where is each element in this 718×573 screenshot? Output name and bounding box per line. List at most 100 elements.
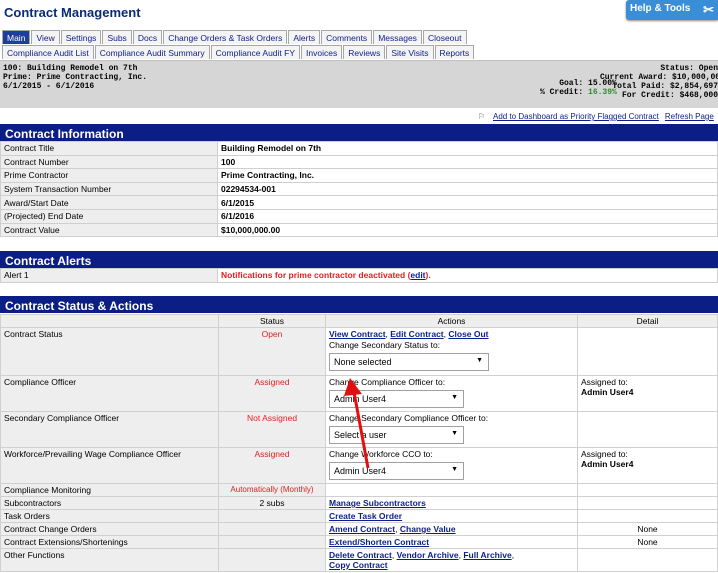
row-detail [577,483,718,497]
tab-view[interactable]: View [31,30,60,44]
info-value: $10,000,000.00 [217,222,718,238]
row-actions: Extend/Shorten Contract [325,535,578,549]
row-label: Compliance Monitoring [0,483,219,497]
table-row: Workforce/Prevailing Wage Compliance Off… [0,447,718,484]
row-actions: Amend Contract, Change Value [325,522,578,536]
utility-links: ⚐ Add to Dashboard as Priority Flagged Co… [478,112,714,121]
secondary-officer-value: Select a user [334,430,387,440]
row-status [218,548,326,572]
info-label: Prime Contractor [0,168,218,183]
contract-alerts-table: Alert 1 Notifications for prime contract… [0,268,718,283]
table-row: Other Functions Delete Contract, Vendor … [0,548,718,572]
tools-icon: ✂ [703,2,714,17]
row-label: Contract Change Orders [0,522,219,536]
tab-compliance-audit-list[interactable]: Compliance Audit List [2,45,94,59]
table-row: Task Orders Create Task Order [0,509,718,523]
assigned-to-value: Admin User4 [581,459,634,469]
tab-docs[interactable]: Docs [132,30,163,44]
row-actions: Manage Subcontractors [325,496,578,510]
tab-reviews[interactable]: Reviews [343,45,386,59]
tab-change-orders[interactable]: Change Orders & Task Orders [163,30,288,44]
secondary-officer-select[interactable]: Select a user ▼ [329,426,464,444]
summary-contract-name: 100: Building Remodel on 7th [3,64,138,73]
table-row: Prime Contractor Prime Contracting, Inc. [0,168,718,183]
tab-settings[interactable]: Settings [60,30,102,44]
tab-comments[interactable]: Comments [321,30,373,44]
secondary-status-select[interactable]: None selected ▼ [329,353,489,371]
delete-contract-link[interactable]: Delete Contract [329,550,392,560]
amend-contract-link[interactable]: Amend Contract [329,524,395,534]
vendor-archive-link[interactable]: Vendor Archive [397,550,459,560]
view-contract-link[interactable]: View Contract [329,329,386,339]
chevron-down-icon: ▼ [451,430,458,437]
tab-reports[interactable]: Reports [434,45,475,59]
tab-compliance-audit-fy[interactable]: Compliance Audit FY [210,45,301,59]
secondary-status-value: None selected [334,357,392,367]
full-archive-link[interactable]: Full Archive [463,550,511,560]
row-status: Open [218,327,326,376]
table-row: Contract Status Open View Contract, Edit… [0,327,718,376]
tab-subs[interactable]: Subs [102,30,132,44]
contract-information-header: Contract Information [0,124,718,141]
row-actions [325,483,578,497]
row-detail [577,327,718,376]
table-row: Subcontractors 2 subs Manage Subcontract… [0,496,718,510]
info-label: Award/Start Date [0,195,218,210]
row-detail [577,496,718,510]
row-detail: Assigned to: Admin User4 [577,447,718,484]
tab-row-secondary: Compliance Audit List Compliance Audit S… [2,45,475,59]
alert-edit-link[interactable]: edit [410,270,425,280]
chevron-down-icon: ▼ [451,466,458,473]
contract-status-table: Status Actions Detail Contract Status Op… [0,314,718,572]
info-label: System Transaction Number [0,181,218,197]
row-label: Contract Extensions/Shortenings [0,535,219,549]
tab-compliance-audit-summary[interactable]: Compliance Audit Summary [94,45,210,59]
alert-close: ). [425,270,431,281]
alert-label: Alert 1 [0,268,218,283]
manage-subcontractors-link[interactable]: Manage Subcontractors [329,498,426,508]
contract-information-table: Contract Title Building Remodel on 7th Co… [0,141,718,238]
tab-invoices[interactable]: Invoices [301,45,343,59]
row-detail: None [577,522,718,536]
tab-closeout[interactable]: Closeout [422,30,467,44]
tab-messages[interactable]: Messages [373,30,422,44]
priority-flag-link[interactable]: Add to Dashboard as Priority Flagged Con… [493,112,659,121]
summary-dates: 6/1/2015 - 6/1/2016 [3,82,95,91]
table-row: Contract Extensions/Shortenings Extend/S… [0,535,718,549]
compliance-officer-value: Admin User4 [334,394,387,404]
workforce-cco-select[interactable]: Admin User4 ▼ [329,462,464,480]
tab-main[interactable]: Main [2,30,31,44]
help-tools-button[interactable]: Help & Tools ✂ [626,0,718,20]
extend-shorten-link[interactable]: Extend/Shorten Contract [329,537,429,547]
change-workforce-cco-label: Change Workforce CCO to: [329,449,433,459]
change-value-link[interactable]: Change Value [400,524,456,534]
award-value: $10,000,000 [672,73,718,82]
assigned-to-label: Assigned to: [581,377,628,387]
create-task-order-link[interactable]: Create Task Order [329,511,402,521]
workforce-cco-value: Admin User4 [334,466,387,476]
table-row: Compliance Monitoring Automatically (Mon… [0,483,718,497]
row-status: Automatically (Monthly) [218,483,326,497]
alert-text: Notifications for prime contractor deact… [221,270,411,281]
assigned-to-value: Admin User4 [581,387,634,397]
alert-message: Notifications for prime contractor deact… [217,268,718,283]
table-row: Compliance Officer Assigned Change Compl… [0,375,718,412]
row-detail [577,509,718,523]
table-row: System Transaction Number 02294534-001 [0,181,718,197]
help-tools-label: Help & Tools [630,3,691,14]
chevron-down-icon: ▼ [451,394,458,401]
compliance-officer-select[interactable]: Admin User4 ▼ [329,390,464,408]
tab-alerts[interactable]: Alerts [288,30,321,44]
paid-label: Total Paid: [612,82,666,91]
flag-icon: ⚐ [478,112,486,121]
forcredit-value: $468,000 [679,91,718,100]
table-row: Contract Change Orders Amend Contract, C… [0,522,718,536]
goal-label: Goal: [559,79,584,88]
row-actions: Create Task Order [325,509,578,523]
copy-contract-link[interactable]: Copy Contract [329,560,388,570]
credit-label: % Credit: [540,88,584,97]
tab-site-visits[interactable]: Site Visits [386,45,434,59]
refresh-page-link[interactable]: Refresh Page [665,112,714,121]
edit-contract-link[interactable]: Edit Contract [390,329,443,339]
close-out-link[interactable]: Close Out [448,329,488,339]
